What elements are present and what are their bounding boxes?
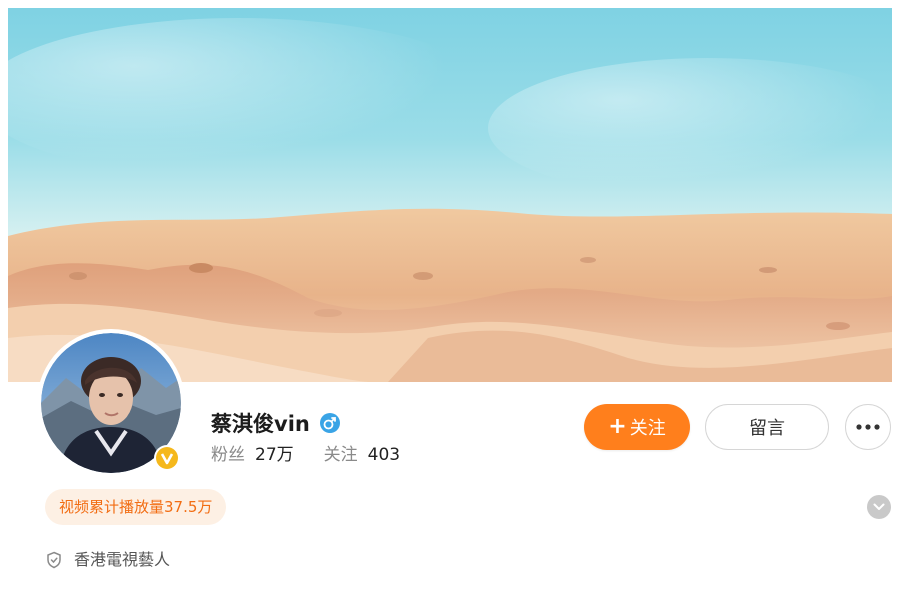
verified-badge-icon (154, 445, 180, 471)
following-label[interactable]: 关注 (324, 445, 358, 465)
beach-cover-illustration (8, 8, 892, 382)
chevron-down-icon (873, 503, 885, 510)
profile-stats: 粉丝 27万 关注 403 (211, 442, 400, 468)
profile-card: 蔡淇俊vin 粉丝 27万 关注 403 + 关注 留言 视频累计播放量37.5万 (8, 8, 892, 600)
followers-label[interactable]: 粉丝 (211, 445, 245, 465)
shield-icon (47, 551, 61, 569)
profile-name: 蔡淇俊vin (211, 412, 310, 436)
male-gender-icon (319, 412, 341, 434)
expand-button[interactable] (867, 495, 891, 519)
ellipsis-icon (856, 424, 880, 430)
followers-count[interactable]: 27万 (255, 445, 294, 465)
profile-bio: 香港電視藝人 (46, 548, 170, 572)
cover-image (8, 8, 892, 382)
message-button[interactable]: 留言 (705, 404, 829, 450)
play-count-badge[interactable]: 视频累计播放量37.5万 (45, 489, 227, 525)
following-count[interactable]: 403 (368, 445, 400, 465)
bio-text: 香港電視藝人 (74, 550, 171, 569)
more-button[interactable] (845, 404, 891, 450)
follow-button-label: 关注 (629, 418, 666, 439)
follow-button[interactable]: + 关注 (584, 404, 690, 450)
plus-icon: + (608, 414, 627, 439)
